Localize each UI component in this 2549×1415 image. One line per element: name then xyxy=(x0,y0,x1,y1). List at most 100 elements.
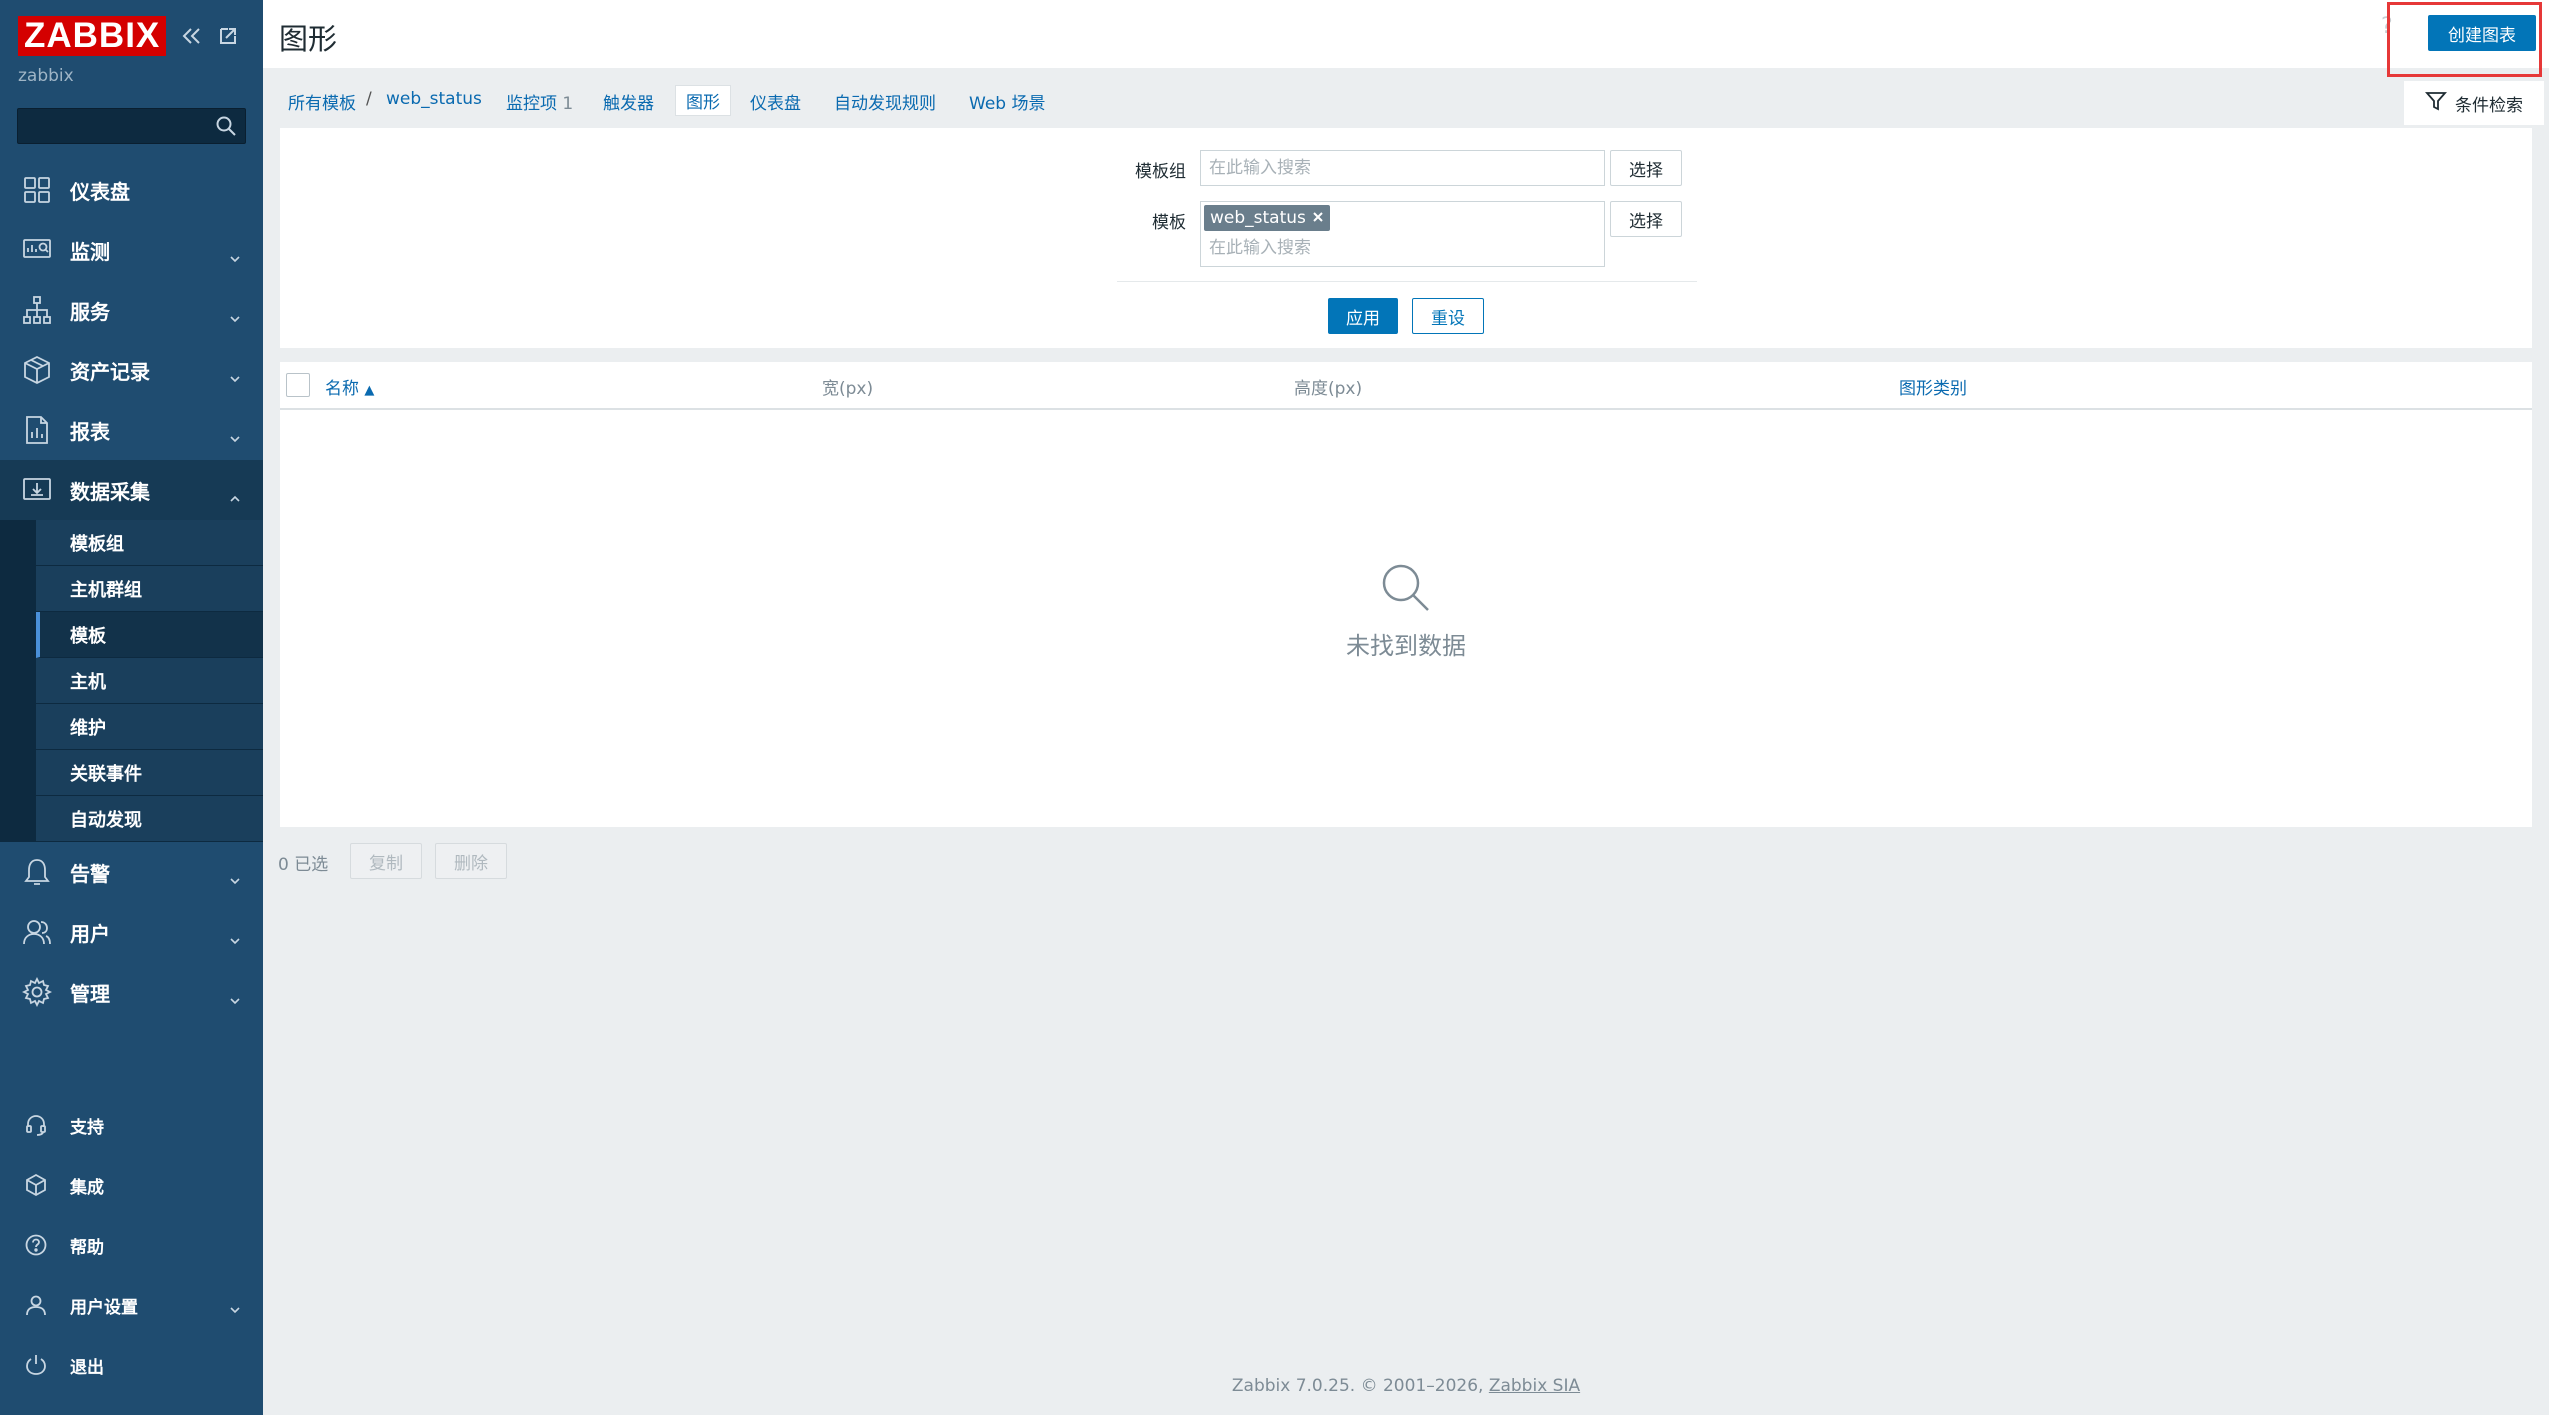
menu-label: 管理 xyxy=(70,981,110,1006)
chevron-down-icon xyxy=(229,304,241,328)
menu-label: 数据采集 xyxy=(70,479,150,504)
menu-sign-out[interactable]: 退出 xyxy=(0,1335,263,1395)
column-name[interactable]: 名称 ▲ xyxy=(325,374,374,399)
submenu-hosts[interactable]: 主机 xyxy=(36,658,263,704)
menu-label: 监测 xyxy=(70,239,110,264)
submenu-templates[interactable]: 模板 xyxy=(36,612,263,658)
menu-label: 报表 xyxy=(70,419,110,444)
tab-items-count: 1 xyxy=(562,94,574,114)
chevron-down-icon xyxy=(229,926,241,950)
search-icon[interactable] xyxy=(215,115,237,141)
remove-tag-icon[interactable] xyxy=(1312,208,1324,228)
filter-tab-label: 条件检索 xyxy=(2455,95,2523,116)
collapse-sidebar-icon[interactable] xyxy=(180,24,204,48)
data-collection-submenu: 模板组 主机群组 模板 主机 维护 关联事件 自动发现 xyxy=(0,520,263,842)
tab-discovery-rules[interactable]: 自动发现规则 xyxy=(834,89,936,114)
tab-web-scenarios[interactable]: Web 场景 xyxy=(969,89,1045,114)
user-settings-icon xyxy=(22,1291,50,1319)
zabbix-logo[interactable]: ZABBIX xyxy=(18,16,167,56)
services-icon xyxy=(22,295,52,325)
template-select-button[interactable]: 选择 xyxy=(1610,201,1682,237)
administration-icon xyxy=(22,977,52,1007)
menu-label: 资产记录 xyxy=(70,359,150,384)
table-header: 名称 ▲ 宽(px) 高度(px) 图形类别 xyxy=(280,362,2532,410)
column-name-label: 名称 xyxy=(325,379,359,399)
page-title: 图形 xyxy=(279,22,338,56)
submenu-event-correlation[interactable]: 关联事件 xyxy=(36,750,263,796)
reports-icon xyxy=(22,415,52,445)
sidebar: ZABBIX zabbix 仪表盘 监测 服务 资产记录 报表 数据采集 模板组… xyxy=(0,0,263,1415)
data-collection-icon xyxy=(22,475,52,505)
menu-administration[interactable]: 管理 xyxy=(0,962,263,1022)
menu-help[interactable]: 帮助 xyxy=(0,1215,263,1275)
template-label: 模板 xyxy=(1152,213,1186,233)
template-group-input[interactable]: 在此输入搜索 xyxy=(1200,150,1605,186)
menu-services[interactable]: 服务 xyxy=(0,280,263,340)
submenu-maintenance[interactable]: 维护 xyxy=(36,704,263,750)
page-header: 图形 ? 创建图表 xyxy=(263,0,2549,68)
submenu-template-groups[interactable]: 模板组 xyxy=(36,520,263,566)
menu-label: 服务 xyxy=(70,299,110,324)
template-group-select-button[interactable]: 选择 xyxy=(1610,150,1682,186)
menu-support[interactable]: 支持 xyxy=(0,1095,263,1155)
column-graph-type[interactable]: 图形类别 xyxy=(1899,374,1967,399)
menu-label: 用户设置 xyxy=(70,1297,138,1318)
tab-items-label: 监控项 xyxy=(506,94,557,114)
menu-label: 退出 xyxy=(70,1357,104,1378)
footer: Zabbix 7.0.25. © 2001–2026, Zabbix SIA xyxy=(263,1376,2549,1396)
menu-label: 集成 xyxy=(70,1177,104,1198)
kiosk-mode-icon[interactable] xyxy=(216,24,240,48)
help-icon xyxy=(22,1231,50,1259)
selected-count: 0 已选 xyxy=(278,855,329,875)
reset-button[interactable]: 重设 xyxy=(1412,298,1484,334)
menu-data-collection[interactable]: 数据采集 xyxy=(0,460,263,520)
column-height: 高度(px) xyxy=(1294,379,1363,399)
graphs-table: 名称 ▲ 宽(px) 高度(px) 图形类别 未找到数据 xyxy=(280,362,2532,827)
breadcrumb-template[interactable]: web_status xyxy=(386,89,482,109)
menu-inventory[interactable]: 资产记录 xyxy=(0,340,263,400)
chevron-down-icon xyxy=(229,424,241,448)
menu-label: 支持 xyxy=(70,1117,104,1138)
template-tag: web_status xyxy=(1204,205,1330,231)
dashboard-icon xyxy=(22,175,52,205)
menu-integrations[interactable]: 集成 xyxy=(0,1155,263,1215)
server-name: zabbix xyxy=(18,66,74,86)
menu-label: 仪表盘 xyxy=(70,179,130,204)
menu-monitoring[interactable]: 监测 xyxy=(0,220,263,280)
delete-button[interactable]: 删除 xyxy=(435,843,507,879)
menu-alerts[interactable]: 告警 xyxy=(0,842,263,902)
menu-label: 用户 xyxy=(70,921,110,946)
footer-company-link[interactable]: Zabbix SIA xyxy=(1489,1376,1580,1396)
menu-dashboard[interactable]: 仪表盘 xyxy=(0,160,263,220)
menu-label: 告警 xyxy=(70,861,110,886)
filter-toggle-tab[interactable]: 条件检索 xyxy=(2404,81,2544,125)
select-all-checkbox[interactable] xyxy=(286,373,310,397)
users-icon xyxy=(22,917,52,947)
tab-items[interactable]: 监控项 1 xyxy=(506,89,573,114)
menu-user-settings[interactable]: 用户设置 xyxy=(0,1275,263,1335)
tab-graphs[interactable]: 图形 xyxy=(675,85,731,116)
search-empty-icon xyxy=(1380,564,1432,618)
chevron-down-icon xyxy=(229,986,241,1010)
empty-state-text: 未找到数据 xyxy=(1346,632,1466,660)
tab-dashboards[interactable]: 仪表盘 xyxy=(750,89,801,114)
footer-text: Zabbix 7.0.25. © 2001–2026, xyxy=(1231,1376,1489,1396)
submenu-discovery[interactable]: 自动发现 xyxy=(36,796,263,842)
submenu-host-groups[interactable]: 主机群组 xyxy=(36,566,263,612)
template-search-input[interactable]: 在此输入搜索 xyxy=(1201,236,1581,262)
column-width: 宽(px) xyxy=(822,379,874,399)
tab-triggers[interactable]: 触发器 xyxy=(603,89,654,114)
copy-button[interactable]: 复制 xyxy=(350,843,422,879)
highlight-annotation-box xyxy=(2387,2,2542,77)
breadcrumb-all-templates[interactable]: 所有模板 xyxy=(288,89,356,114)
filter-icon xyxy=(2425,90,2447,117)
apply-button[interactable]: 应用 xyxy=(1328,298,1398,334)
menu-users[interactable]: 用户 xyxy=(0,902,263,962)
menu-reports[interactable]: 报表 xyxy=(0,400,263,460)
sidebar-search-input[interactable] xyxy=(17,108,246,144)
chevron-down-icon xyxy=(229,1299,241,1319)
template-tag-label: web_status xyxy=(1210,208,1306,228)
chevron-down-icon xyxy=(229,244,241,268)
support-icon xyxy=(22,1111,50,1139)
sort-asc-icon: ▲ xyxy=(364,383,375,398)
